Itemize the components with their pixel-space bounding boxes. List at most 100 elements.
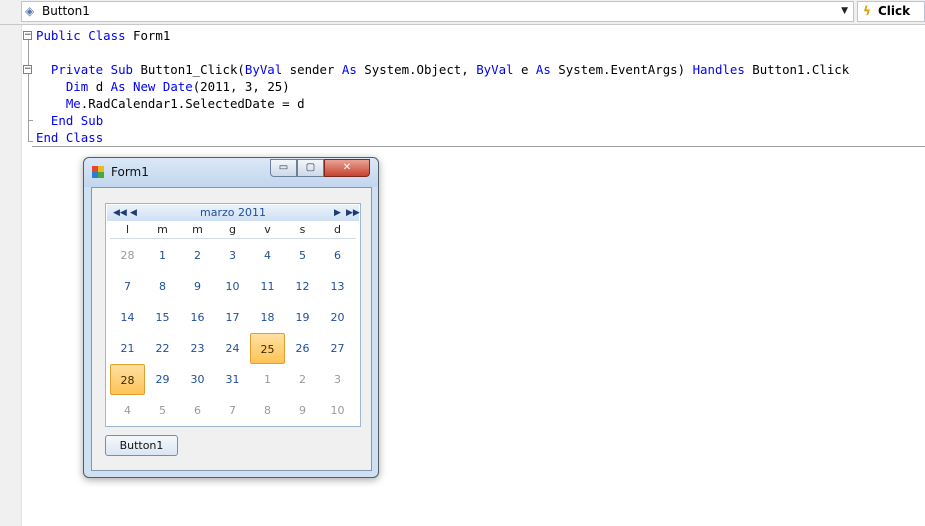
calendar-day-selected[interactable]: 25 <box>250 333 285 364</box>
code-keyword: New <box>133 79 156 94</box>
code-keyword: Dim <box>65 79 89 94</box>
rad-calendar[interactable]: marzo 2011 ◀◀ ◀ ▶ ▶▶ l m m g v s d 28 1 2 3 4 5 6 7 8 9 1… <box>105 203 361 427</box>
weekday-header: l <box>125 223 130 236</box>
collapse-sub-icon[interactable]: − <box>23 65 32 74</box>
window-titlebar[interactable]: Form1 ▭ ▢ ✕ <box>84 158 378 187</box>
weekday-header: m <box>192 223 203 236</box>
weekday-divider <box>110 238 356 239</box>
outline-end-class <box>28 141 33 142</box>
calendar-day-selected[interactable]: 28 <box>110 364 145 395</box>
calendar-day[interactable]: 6 <box>180 395 215 426</box>
calendar-day[interactable]: 16 <box>180 302 215 333</box>
calendar-day[interactable]: 24 <box>215 333 250 364</box>
calendar-day[interactable]: 31 <box>215 364 250 395</box>
code-keyword: Handles <box>692 62 745 77</box>
weekday-header: m <box>157 223 168 236</box>
calendar-day[interactable]: 8 <box>250 395 285 426</box>
calendar-day[interactable]: 28 <box>110 240 145 271</box>
class-name-dropdown[interactable]: ◈ Button1 ▼ <box>21 1 854 22</box>
navigation-bar: ◈ Button1 ▼ ϟ Click <box>0 0 925 25</box>
code-text: Button1_Click( <box>133 62 245 77</box>
code-text: Button1.Click <box>744 62 850 77</box>
calendar-day[interactable]: 2 <box>285 364 320 395</box>
class-name-value: Button1 <box>42 4 90 18</box>
code-keyword: As <box>110 79 126 94</box>
weekday-header: v <box>264 223 271 236</box>
chevron-down-icon[interactable]: ▼ <box>841 2 848 21</box>
code-text: Form1 <box>125 28 171 43</box>
outline-guide <box>28 40 29 142</box>
button1[interactable]: Button1 <box>105 435 178 456</box>
calendar-day[interactable]: 15 <box>145 302 180 333</box>
code-keyword: ByVal <box>476 62 514 77</box>
form-client-area: marzo 2011 ◀◀ ◀ ▶ ▶▶ l m m g v s d 28 1 2 3 4 5 6 7 8 9 1… <box>91 187 372 471</box>
form-app-icon <box>92 166 104 178</box>
collapse-class-icon[interactable]: − <box>23 31 32 40</box>
code-text: (2011, 3, 25) <box>192 79 290 94</box>
calendar-month-label: marzo 2011 <box>200 206 266 219</box>
calendar-day[interactable]: 17 <box>215 302 250 333</box>
maximize-button[interactable]: ▢ <box>297 159 324 177</box>
code-line[interactable]: Private Sub Button1_Click(ByVal sender A… <box>36 61 849 78</box>
calendar-day[interactable]: 26 <box>285 333 320 364</box>
calendar-day[interactable]: 1 <box>145 240 180 271</box>
calendar-day[interactable]: 14 <box>110 302 145 333</box>
calendar-day[interactable]: 18 <box>250 302 285 333</box>
calendar-day[interactable]: 23 <box>180 333 215 364</box>
calendar-day[interactable]: 7 <box>110 271 145 302</box>
calendar-day[interactable]: 27 <box>320 333 355 364</box>
code-line[interactable]: Me.RadCalendar1.SelectedDate = d <box>36 95 305 112</box>
calendar-day[interactable]: 10 <box>320 395 355 426</box>
code-keyword: Sub <box>80 113 104 128</box>
calendar-day[interactable]: 10 <box>215 271 250 302</box>
calendar-day[interactable]: 20 <box>320 302 355 333</box>
calendar-day[interactable]: 1 <box>250 364 285 395</box>
calendar-day[interactable]: 22 <box>145 333 180 364</box>
calendar-day[interactable]: 2 <box>180 240 215 271</box>
code-line[interactable]: Public Class Form1 <box>36 27 170 44</box>
calendar-day[interactable]: 4 <box>250 240 285 271</box>
fast-previous-icon[interactable]: ◀◀ <box>113 205 127 221</box>
code-keyword: Class <box>65 130 104 145</box>
calendar-day[interactable]: 29 <box>145 364 180 395</box>
calendar-day[interactable]: 3 <box>320 364 355 395</box>
calendar-day[interactable]: 30 <box>180 364 215 395</box>
code-line[interactable]: End Sub <box>36 112 103 129</box>
calendar-day[interactable]: 3 <box>215 240 250 271</box>
calendar-day[interactable]: 6 <box>320 240 355 271</box>
form1-window[interactable]: Form1 ▭ ▢ ✕ marzo 2011 ◀◀ ◀ ▶ ▶▶ l m m g v s d… <box>83 157 379 478</box>
calendar-day[interactable]: 7 <box>215 395 250 426</box>
calendar-day[interactable]: 11 <box>250 271 285 302</box>
procedure-separator <box>32 146 925 147</box>
fast-next-icon[interactable]: ▶▶ <box>346 205 360 221</box>
previous-month-icon[interactable]: ◀ <box>130 205 137 221</box>
calendar-day[interactable]: 9 <box>180 271 215 302</box>
code-keyword: ByVal <box>244 62 283 77</box>
calendar-day[interactable]: 5 <box>285 240 320 271</box>
calendar-day[interactable]: 8 <box>145 271 180 302</box>
calendar-day[interactable]: 5 <box>145 395 180 426</box>
calendar-day[interactable]: 21 <box>110 333 145 364</box>
close-button[interactable]: ✕ <box>324 159 370 177</box>
code-text: System.EventArgs) <box>550 62 693 77</box>
code-line[interactable]: End Class <box>36 129 103 146</box>
weekday-header: d <box>334 223 341 236</box>
calendar-day[interactable]: 12 <box>285 271 320 302</box>
event-name-dropdown[interactable]: ϟ Click <box>857 1 925 22</box>
code-keyword: Me <box>65 96 81 111</box>
calendar-day[interactable]: 19 <box>285 302 320 333</box>
calendar-day[interactable]: 9 <box>285 395 320 426</box>
code-line[interactable]: Dim d As New Date(2011, 3, 25) <box>36 78 290 95</box>
calendar-day[interactable]: 4 <box>110 395 145 426</box>
calendar-day[interactable]: 13 <box>320 271 355 302</box>
next-month-icon[interactable]: ▶ <box>334 205 341 221</box>
minimize-button[interactable]: ▭ <box>270 159 297 177</box>
editor-margin <box>0 25 22 526</box>
code-line[interactable] <box>36 44 43 61</box>
